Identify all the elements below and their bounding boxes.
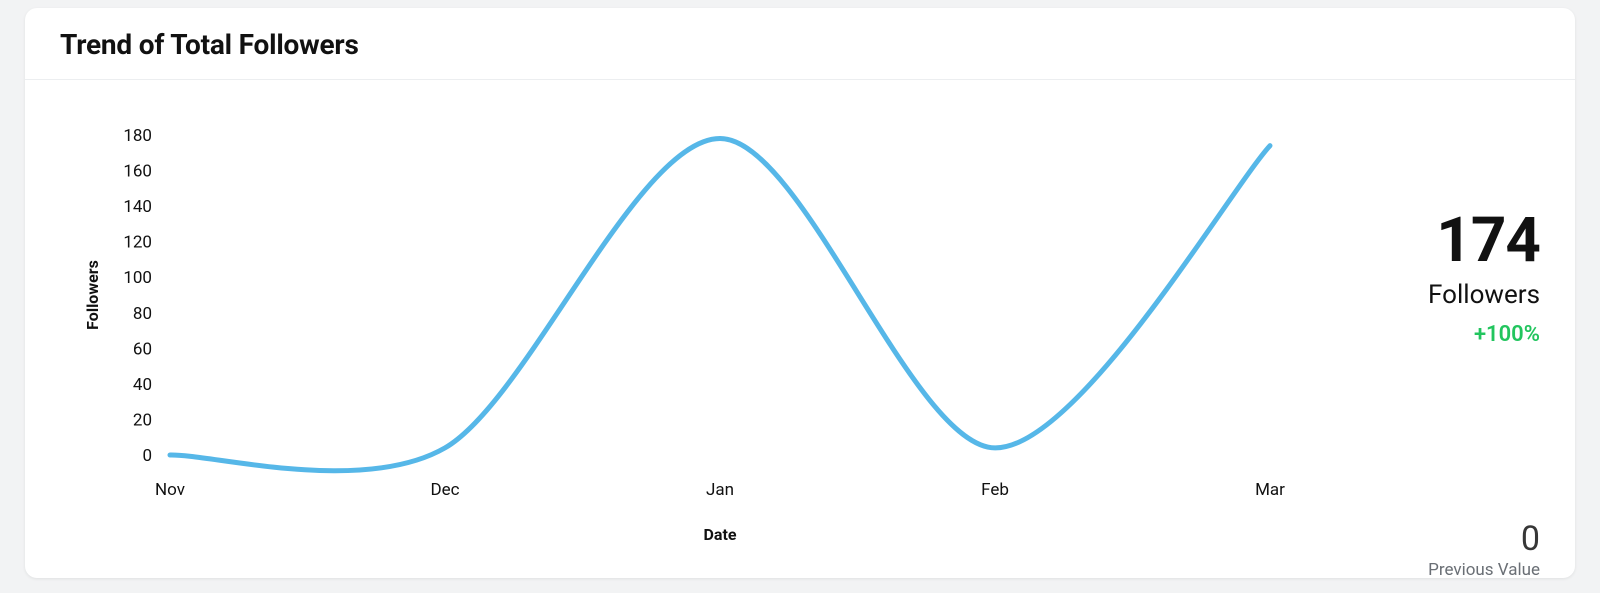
x-tick-label: Dec xyxy=(430,480,459,500)
stats-panel: 174 Followers +100% 0 Previous Value xyxy=(1320,120,1540,578)
y-tick-label: 80 xyxy=(133,304,152,324)
x-axis-label: Date xyxy=(703,525,736,544)
y-tick-label: 160 xyxy=(123,162,152,182)
current-stat: 174 Followers +100% xyxy=(1428,210,1540,347)
current-label: Followers xyxy=(1428,280,1540,310)
card-body: 0 20 40 60 80 100 120 140 160 180 Followers Nov Dec J… xyxy=(25,80,1575,578)
x-tick-label: Nov xyxy=(155,480,185,500)
previous-value: 0 xyxy=(1428,522,1540,556)
y-tick-label: 0 xyxy=(142,446,152,466)
followers-trend-card: Trend of Total Followers 0 20 40 60 80 100 120… xyxy=(25,8,1575,578)
previous-stat: 0 Previous Value xyxy=(1428,522,1540,578)
page-title: Trend of Total Followers xyxy=(60,28,1540,61)
y-tick-label: 40 xyxy=(133,375,152,395)
y-tick-label: 140 xyxy=(123,197,152,217)
y-tick-label: 60 xyxy=(133,339,152,359)
y-tick-label: 100 xyxy=(123,268,152,288)
followers-chart: 0 20 40 60 80 100 120 140 160 180 Followers Nov Dec J… xyxy=(60,120,1300,578)
x-tick-label: Feb xyxy=(981,480,1009,500)
y-tick-label: 180 xyxy=(123,126,152,146)
card-header: Trend of Total Followers xyxy=(25,8,1575,80)
previous-label: Previous Value xyxy=(1428,560,1540,578)
chart-svg: 0 20 40 60 80 100 120 140 160 180 Followers Nov Dec J… xyxy=(60,120,1300,578)
current-value: 174 xyxy=(1428,210,1540,272)
x-tick-label: Jan xyxy=(706,480,734,500)
y-axis-label: Followers xyxy=(83,260,102,330)
followers-line xyxy=(170,139,1270,471)
y-tick-label: 120 xyxy=(123,233,152,253)
y-tick-label: 20 xyxy=(133,410,152,430)
delta-value: +100% xyxy=(1428,322,1540,347)
x-tick-label: Mar xyxy=(1255,480,1285,500)
